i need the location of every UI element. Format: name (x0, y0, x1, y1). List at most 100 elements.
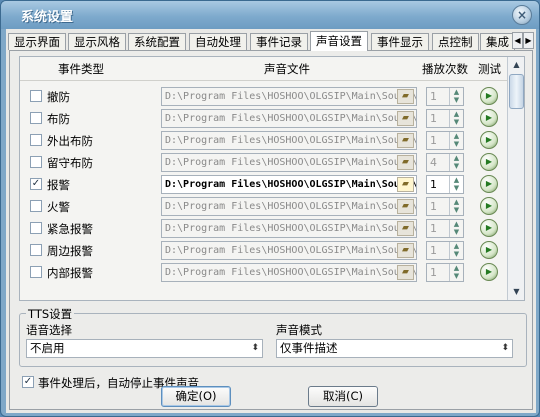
event-type-label: 报警 (47, 178, 70, 192)
play-count-stepper[interactable]: 1 ▲ ▼ (426, 197, 464, 216)
sound-file-input[interactable]: D:\Program Files\HOSHOO\OLGSIP\Main\Soun… (161, 197, 417, 216)
stepper-arrows-icon[interactable]: ▲ ▼ (449, 198, 463, 215)
row-checkbox[interactable]: ✓ (30, 178, 42, 190)
folder-open-icon[interactable]: ▰ (397, 221, 414, 236)
tab-display-interface[interactable]: 显示界面 (8, 33, 66, 50)
scroll-down-icon[interactable]: ▼ (509, 285, 524, 299)
folder-open-icon[interactable]: ▰ (397, 265, 414, 280)
auto-stop-checkbox[interactable]: ✓ (22, 376, 34, 388)
sound-file-input[interactable]: D:\Program Files\HOSHOO\OLGSIP\Main\Soun… (161, 175, 417, 194)
tab-event-log[interactable]: 事件记录 (250, 33, 308, 50)
row-checkbox[interactable] (30, 266, 42, 278)
play-test-icon[interactable]: ▶ (480, 197, 498, 215)
tab-point-control[interactable]: 点控制 (432, 33, 479, 50)
play-count-stepper[interactable]: 1 ▲ ▼ (426, 87, 464, 106)
row-checkbox[interactable] (30, 134, 42, 146)
play-test-icon[interactable]: ▶ (480, 153, 498, 171)
folder-open-icon[interactable]: ▰ (397, 243, 414, 258)
play-count-value: 4 (430, 156, 437, 169)
event-type-label: 外出布防 (47, 134, 93, 148)
tab-event-display[interactable]: 事件显示 (371, 33, 429, 50)
tab-integration[interactable]: 集成 (480, 33, 515, 50)
tab-scroll-right-icon[interactable]: ▶ (523, 32, 534, 49)
tab-system-config[interactable]: 系统配置 (128, 33, 186, 50)
event-type-label: 紧急报警 (47, 222, 93, 236)
stepper-arrows-icon[interactable]: ▲ ▼ (449, 264, 463, 281)
sound-settings-panel: 事件类型 声音文件 播放次数 测试 撤防 D:\Program Files\HO… (9, 50, 533, 410)
event-type-label: 火警 (47, 200, 70, 214)
close-icon: × (516, 8, 528, 22)
scroll-up-icon[interactable]: ▲ (509, 58, 524, 72)
play-test-icon[interactable]: ▶ (480, 241, 498, 259)
sound-mode-select[interactable]: 仅事件描述 ⬍ (276, 339, 513, 358)
play-count-stepper[interactable]: 1 ▲ ▼ (426, 219, 464, 238)
play-test-icon[interactable]: ▶ (480, 131, 498, 149)
column-event-type: 事件类型 (58, 62, 104, 76)
play-count-stepper[interactable]: 1 ▲ ▼ (426, 109, 464, 128)
row-checkbox[interactable] (30, 156, 42, 168)
row-checkbox[interactable] (30, 244, 42, 256)
sound-file-input[interactable]: D:\Program Files\HOSHOO\OLGSIP\Main\Soun… (161, 131, 417, 150)
list-scrollbar[interactable]: ▲ ▼ (507, 57, 524, 300)
voice-select[interactable]: 不启用 ⬍ (26, 339, 263, 358)
folder-open-icon[interactable]: ▰ (397, 155, 414, 170)
play-count-value: 1 (430, 134, 437, 147)
play-count-value: 1 (430, 200, 437, 213)
play-test-icon[interactable]: ▶ (480, 219, 498, 237)
stepper-arrows-icon[interactable]: ▲ ▼ (449, 242, 463, 259)
stepper-arrows-icon[interactable]: ▲ ▼ (449, 110, 463, 127)
sound-file-input[interactable]: D:\Program Files\HOSHOO\OLGSIP\Main\Soun… (161, 87, 417, 106)
play-test-icon[interactable]: ▶ (480, 175, 498, 193)
play-test-icon[interactable]: ▶ (480, 109, 498, 127)
close-button[interactable]: × (512, 5, 532, 25)
play-count-stepper[interactable]: 1 ▲ ▼ (426, 241, 464, 260)
table-row: 撤防 D:\Program Files\HOSHOO\OLGSIP\Main\S… (20, 85, 508, 107)
title-bar[interactable]: 系统设置 × (1, 1, 539, 29)
stepper-arrows-icon[interactable]: ▲ ▼ (449, 154, 463, 171)
folder-open-icon[interactable]: ▰ (397, 199, 414, 214)
tab-sound-settings[interactable]: 声音设置 (310, 31, 368, 51)
play-test-icon[interactable]: ▶ (480, 263, 498, 281)
sound-file-input[interactable]: D:\Program Files\HOSHOO\OLGSIP\Main\Soun… (161, 153, 417, 172)
settings-dialog: 系统设置 × 显示界面 显示风格 系统配置 自动处理 事件记录 声音设置 事件显… (0, 0, 540, 417)
folder-open-icon[interactable]: ▰ (397, 133, 414, 148)
play-count-value: 1 (430, 112, 437, 125)
column-play-count: 播放次数 (422, 62, 468, 76)
tab-strip: 显示界面 显示风格 系统配置 自动处理 事件记录 声音设置 事件显示 点控制 集… (8, 31, 534, 51)
sound-file-input[interactable]: D:\Program Files\HOSHOO\OLGSIP\Main\Soun… (161, 109, 417, 128)
play-count-stepper[interactable]: 4 ▲ ▼ (426, 153, 464, 172)
tab-scroll-left-icon[interactable]: ◀ (512, 32, 523, 49)
event-sound-list: 事件类型 声音文件 播放次数 测试 撤防 D:\Program Files\HO… (19, 56, 525, 301)
row-checkbox[interactable] (30, 90, 42, 102)
table-row: 布防 D:\Program Files\HOSHOO\OLGSIP\Main\S… (20, 107, 508, 129)
sound-file-input[interactable]: D:\Program Files\HOSHOO\OLGSIP\Main\Soun… (161, 263, 417, 282)
sound-file-input[interactable]: D:\Program Files\HOSHOO\OLGSIP\Main\Soun… (161, 219, 417, 238)
play-count-value: 1 (430, 222, 437, 235)
scroll-thumb[interactable] (509, 74, 524, 109)
cancel-button[interactable]: 取消(C) (308, 386, 378, 407)
stepper-arrows-icon[interactable]: ▲ ▼ (449, 220, 463, 237)
table-row: 紧急报警 D:\Program Files\HOSHOO\OLGSIP\Main… (20, 217, 508, 239)
tab-display-style[interactable]: 显示风格 (68, 33, 126, 50)
stepper-arrows-icon[interactable]: ▲ ▼ (449, 88, 463, 105)
sound-file-input[interactable]: D:\Program Files\HOSHOO\OLGSIP\Main\Soun… (161, 241, 417, 260)
play-count-value: 1 (430, 244, 437, 257)
folder-open-icon[interactable]: ▰ (397, 89, 414, 104)
stepper-arrows-icon[interactable]: ▲ ▼ (449, 132, 463, 149)
play-count-stepper[interactable]: 1 ▲ ▼ (426, 131, 464, 150)
folder-open-icon[interactable]: ▰ (397, 111, 414, 126)
row-checkbox[interactable] (30, 112, 42, 124)
chevron-updown-icon: ⬍ (501, 343, 509, 353)
ok-button[interactable]: 确定(O) (161, 386, 231, 407)
play-test-icon[interactable]: ▶ (480, 87, 498, 105)
table-row: ✓ 报警 D:\Program Files\HOSHOO\OLGSIP\Main… (20, 173, 508, 195)
stepper-arrows-icon[interactable]: ▲ ▼ (449, 176, 463, 193)
play-count-stepper[interactable]: 1 ▲ ▼ (426, 175, 464, 194)
folder-open-icon[interactable]: ▰ (397, 177, 414, 192)
tab-auto-process[interactable]: 自动处理 (189, 33, 247, 50)
row-checkbox[interactable] (30, 200, 42, 212)
play-count-stepper[interactable]: 1 ▲ ▼ (426, 263, 464, 282)
sound-mode-value: 仅事件描述 (280, 341, 338, 355)
event-type-label: 布防 (47, 112, 70, 126)
row-checkbox[interactable] (30, 222, 42, 234)
